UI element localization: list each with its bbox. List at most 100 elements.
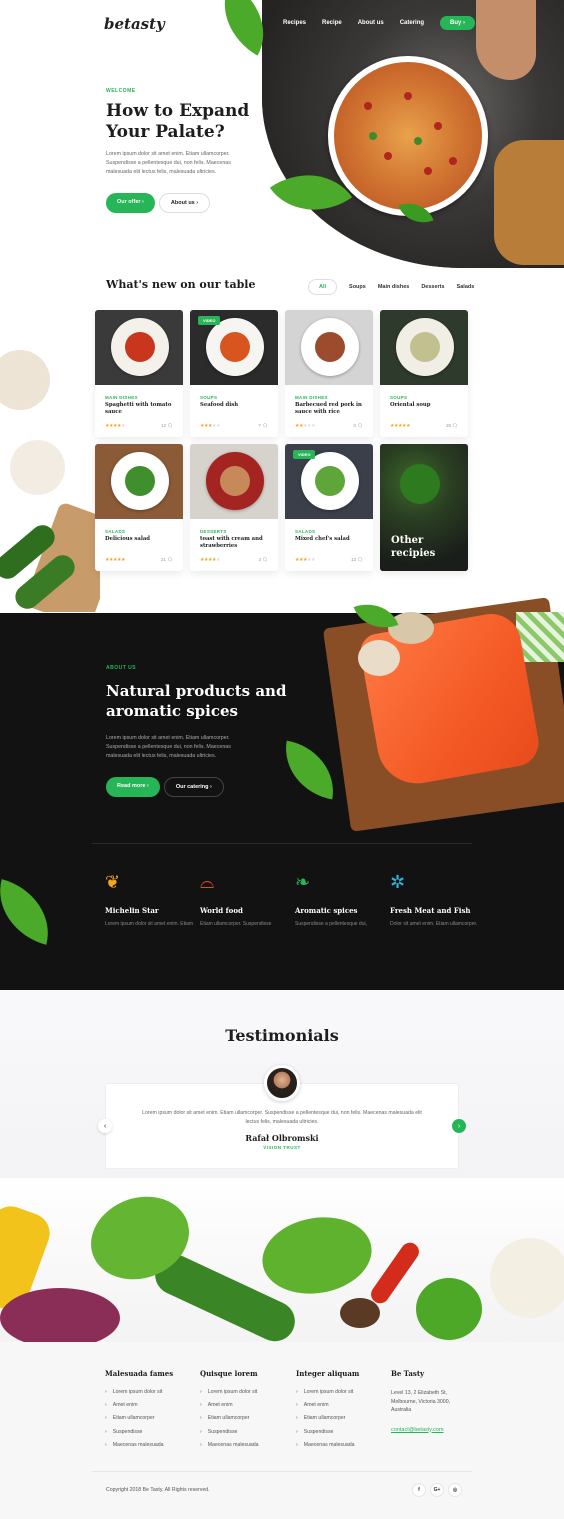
recipe-card[interactable]: SALADS Delicious salad ★★★★★ 21 🗨 <box>95 444 183 571</box>
vegetables-decoration <box>0 340 100 612</box>
nav-recipes[interactable]: Recipes <box>283 20 306 26</box>
salmon-image <box>357 609 543 790</box>
about-us-button[interactable]: About us › <box>158 193 211 213</box>
fish-icon: ✲ <box>390 872 406 892</box>
recipe-photo: VIDEO <box>190 310 278 385</box>
tab-all[interactable]: All <box>308 279 338 295</box>
vegetables-banner <box>0 1178 564 1342</box>
comment-count: 13 🗨 <box>351 557 363 562</box>
footer-link[interactable]: Maecenas malesuada <box>105 1442 173 1448</box>
recipe-category: MAIN DISHES <box>295 395 328 400</box>
rating-stars: ★★★★★ <box>295 557 315 563</box>
recipe-name: Delicious salad <box>105 536 150 542</box>
recipe-name: Barbecued red pork in sauce with rice <box>295 402 362 415</box>
divider <box>92 1471 472 1472</box>
footer-link[interactable]: Amet enim <box>296 1402 359 1408</box>
footer-col-1: Malesuada fames Lorem ipsum dolor sitAme… <box>105 1369 173 1455</box>
tab-soups[interactable]: Soups <box>349 284 366 290</box>
main-nav: Recipes Recipe About us Catering Buy › <box>283 16 476 30</box>
prev-arrow-icon[interactable]: ‹ <box>98 1119 112 1133</box>
footer-link[interactable]: Suspendisse <box>200 1429 259 1435</box>
recipe-card[interactable]: SOUPS Oriental soup ★★★★★ 25 🗨 <box>380 310 468 437</box>
recipe-card[interactable]: MAIN DISHES Barbecued red pork in sauce w… <box>285 310 373 437</box>
footer-link[interactable]: Etiam ullamcorper <box>200 1415 259 1421</box>
recipe-photo <box>380 310 468 385</box>
testimonial-role: VISION TRUST <box>263 1145 301 1150</box>
testimonial-quote: Lorem ipsum dolor sit amet enim. Etiam u… <box>142 1110 422 1125</box>
comment-count: 12 🗨 <box>161 423 173 428</box>
recipe-name: toast with cream and strawberries <box>200 536 263 549</box>
recipe-category: MAIN DISHES <box>105 395 138 400</box>
section-title-new: What's new on our table <box>106 278 256 291</box>
our-catering-button[interactable]: Our catering › <box>163 777 224 797</box>
comment-count: 7 🗨 <box>258 423 268 428</box>
recipe-category: SALADS <box>105 529 126 534</box>
category-tabs: All Soups Main dishes Desserts Salads <box>308 279 474 295</box>
rating-stars: ★★★★★ <box>200 423 220 429</box>
other-recipes-label: Other recipies <box>391 535 436 559</box>
video-badge: VIDEO <box>293 450 316 459</box>
garlic-image <box>358 640 400 676</box>
footer-link[interactable]: Amet enim <box>105 1402 173 1408</box>
feature-world-food: ⌓ World food Etiam ullamcorper. Suspendi… <box>200 872 290 928</box>
recipe-photo <box>285 310 373 385</box>
footer-link[interactable]: Maecenas malesuada <box>296 1442 359 1448</box>
footer-link[interactable]: Etiam ullamcorper <box>105 1415 173 1421</box>
recipe-photo <box>95 310 183 385</box>
testimonial-author: Rafał Olbromski <box>245 1133 319 1143</box>
read-more-button[interactable]: Read more › <box>106 777 160 797</box>
recipe-name: Oriental soup <box>390 402 431 408</box>
recipe-name: Spaghetti with tomato sauce <box>105 402 172 415</box>
hero-title: How to Expand Your Palate? <box>106 101 250 142</box>
tab-desserts[interactable]: Desserts <box>421 284 444 290</box>
footer-link[interactable]: Lorem ipsum dolor sit <box>105 1389 173 1395</box>
nav-about[interactable]: About us <box>358 20 384 26</box>
feature-meat-fish: ✲ Fresh Meat and Fish Dolor sit amet eni… <box>390 872 480 928</box>
social-links: f G+ ◎ <box>412 1483 462 1497</box>
tab-salads[interactable]: Salads <box>457 284 475 290</box>
footer-link[interactable]: Suspendisse <box>296 1429 359 1435</box>
footer-contact: Be Tasty Level 13, 2 Elizabeth St, Melbo… <box>391 1369 463 1433</box>
avatar <box>264 1065 300 1101</box>
about-eyebrow: ABOUT US <box>106 665 137 671</box>
footer-link[interactable]: Maecenas malesuada <box>200 1442 259 1448</box>
divider <box>92 843 472 844</box>
recipe-card[interactable]: VIDEO SALADS Mixed chef's salad ★★★★★ 13 🗨 <box>285 444 373 571</box>
recipe-category: DESSERTS <box>200 529 227 534</box>
instagram-icon[interactable]: ◎ <box>448 1483 462 1497</box>
rating-stars: ★★★★★ <box>105 423 125 429</box>
recipe-card[interactable]: DESSERTS toast with cream and strawberrie… <box>190 444 278 571</box>
footer-link[interactable]: Lorem ipsum dolor sit <box>296 1389 359 1395</box>
comment-count: 21 🗨 <box>161 557 173 562</box>
recipe-card[interactable]: VIDEO SOUPS Seafood dish ★★★★★ 7 🗨 <box>190 310 278 437</box>
tab-main-dishes[interactable]: Main dishes <box>378 284 409 290</box>
comment-count: 25 🗨 <box>446 423 458 428</box>
logo[interactable]: betasty <box>104 15 165 33</box>
nav-recipe[interactable]: Recipe <box>322 20 342 26</box>
footer-link[interactable]: Etiam ullamcorper <box>296 1415 359 1421</box>
other-recipes-card[interactable]: Other recipies <box>380 444 468 571</box>
recipe-card[interactable]: MAIN DISHES Spaghetti with tomato sauce ★★… <box>95 310 183 437</box>
garlic-image <box>388 612 434 644</box>
rating-stars: ★★★★★ <box>105 557 125 563</box>
next-arrow-icon[interactable]: › <box>452 1119 466 1133</box>
recipe-photo <box>95 444 183 519</box>
email-link[interactable]: contact@betasty.com <box>391 1427 463 1433</box>
nav-catering[interactable]: Catering <box>400 20 424 26</box>
footer-link[interactable]: Amet enim <box>200 1402 259 1408</box>
footer-link[interactable]: Lorem ipsum dolor sit <box>200 1389 259 1395</box>
recipe-category: SOUPS <box>390 395 408 400</box>
footer-link[interactable]: Suspendisse <box>105 1429 173 1435</box>
recipe-category: SALADS <box>295 529 316 534</box>
buy-button[interactable]: Buy › <box>440 16 476 30</box>
google-plus-icon[interactable]: G+ <box>430 1483 444 1497</box>
footer-col-3: Integer aliquam Lorem ipsum dolor sitAme… <box>296 1369 359 1455</box>
our-offer-button[interactable]: Our offer › <box>106 193 155 213</box>
testimonials-title: Testimonials <box>225 1026 339 1045</box>
facebook-icon[interactable]: f <box>412 1483 426 1497</box>
recipe-photo <box>190 444 278 519</box>
recipe-category: SOUPS <box>200 395 218 400</box>
herbs-icon: ❧ <box>295 872 311 892</box>
rating-stars: ★★★★★ <box>200 557 220 563</box>
address: Level 13, 2 Elizabeth St, Melbourne, Vic… <box>391 1390 451 1413</box>
